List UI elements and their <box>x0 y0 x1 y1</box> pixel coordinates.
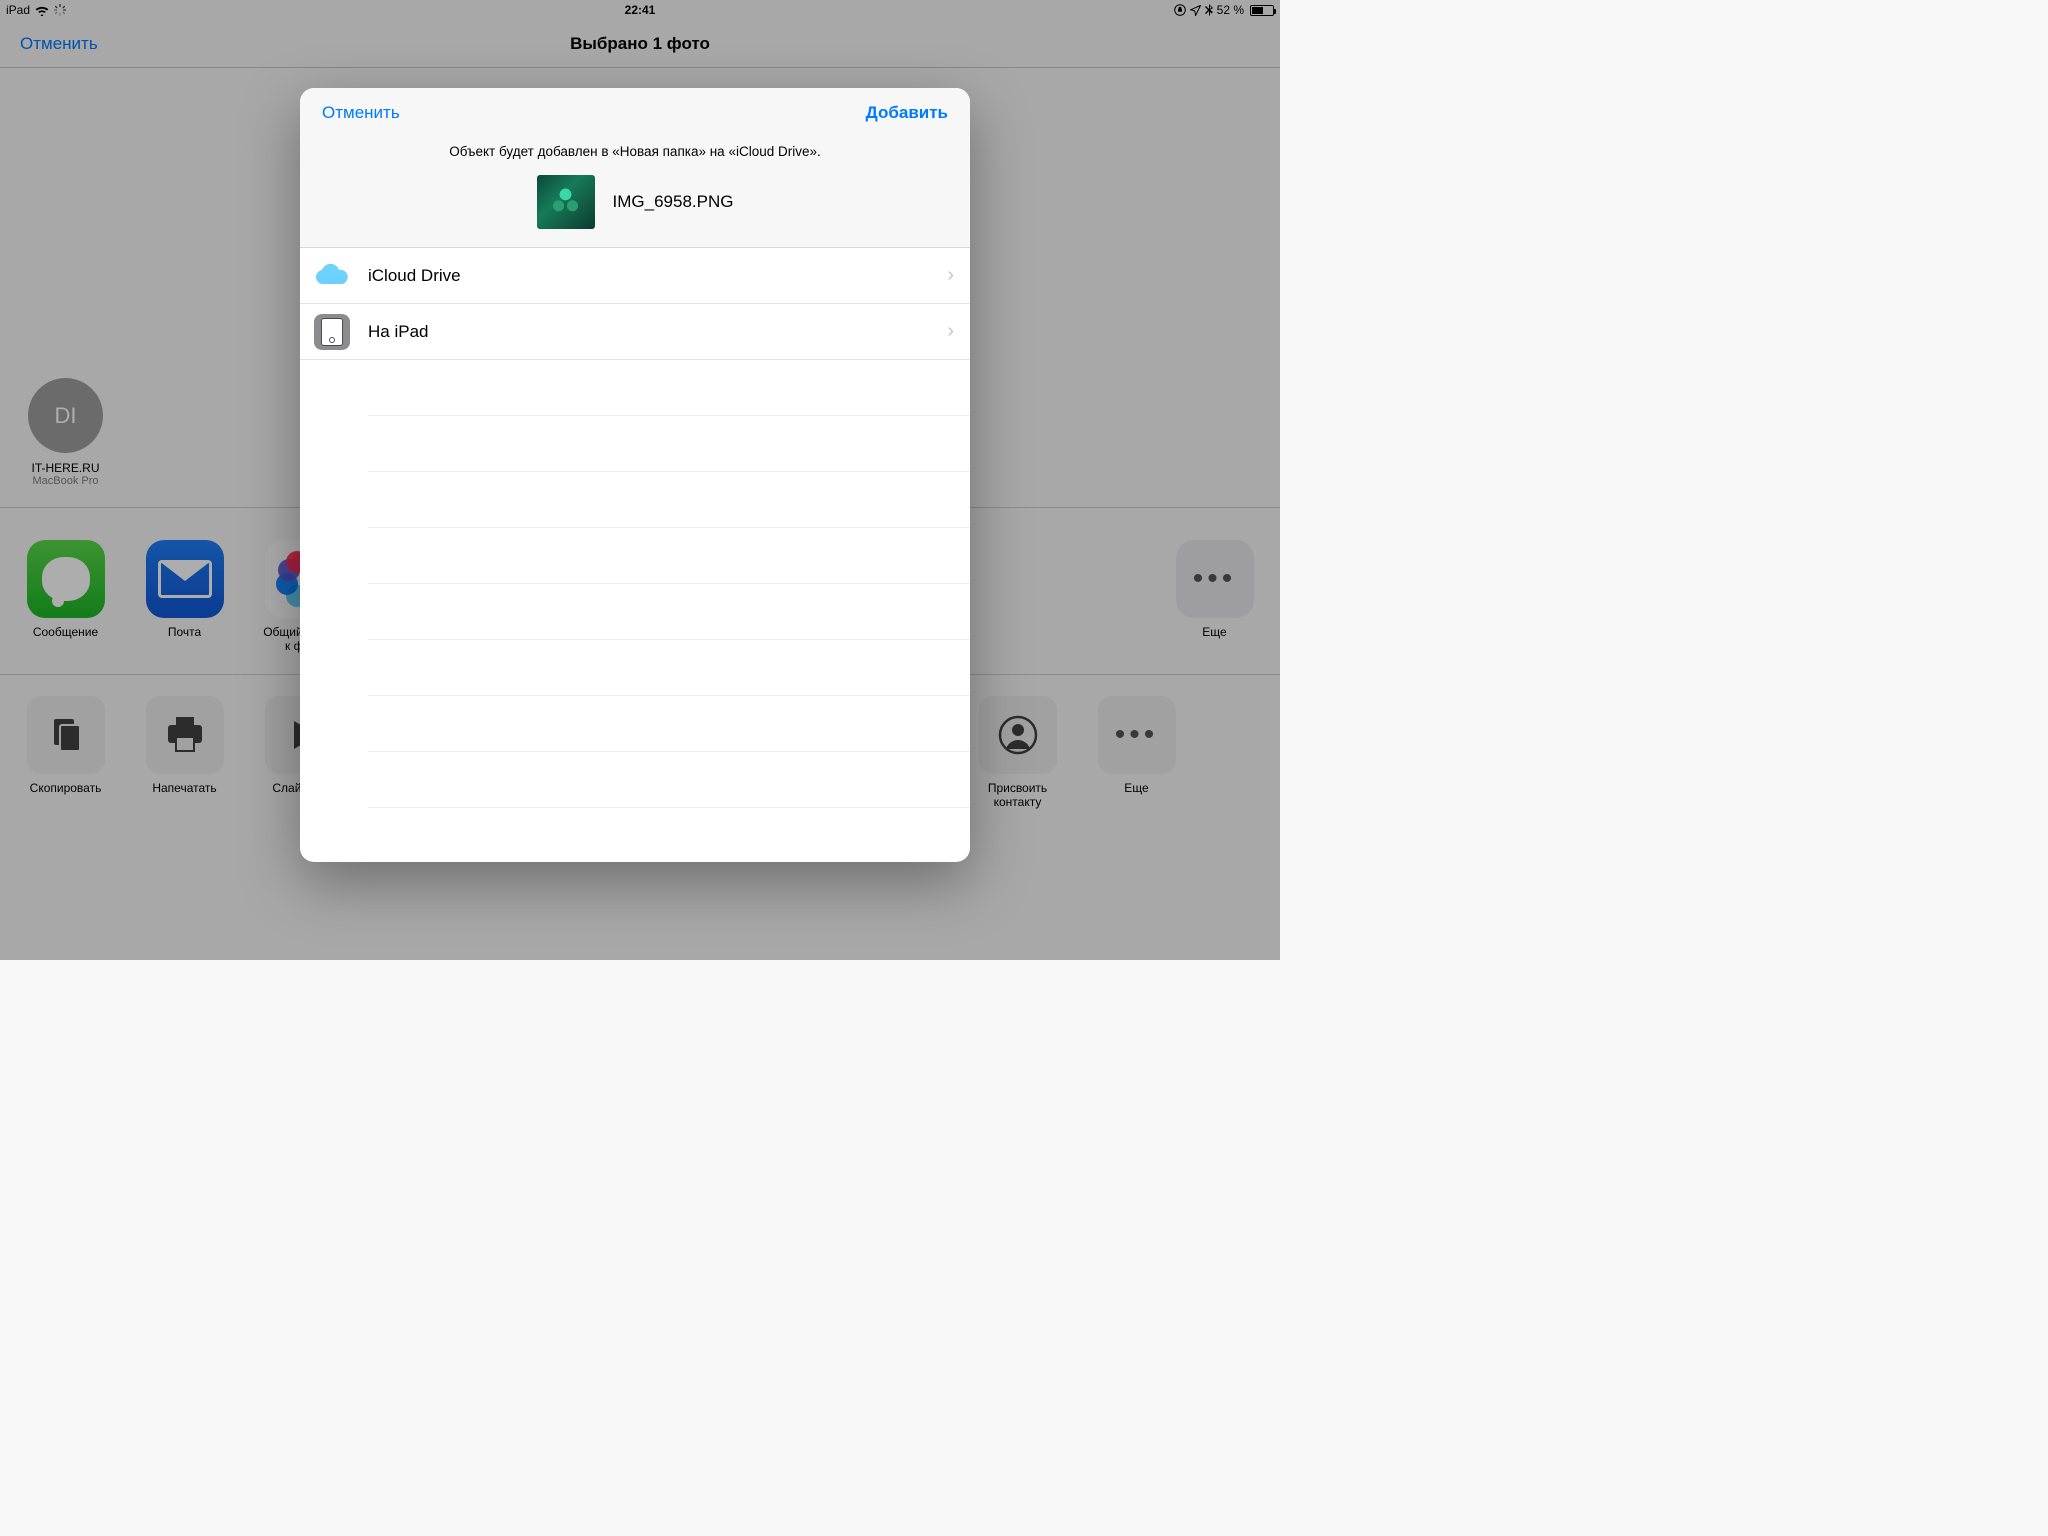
chevron-right-icon: › <box>947 264 954 287</box>
list-separator <box>368 416 970 472</box>
modal-header: Отменить Добавить <box>300 88 970 138</box>
location-icloud-drive[interactable]: iCloud Drive › <box>300 248 970 304</box>
list-separator <box>368 528 970 584</box>
list-separator <box>368 696 970 752</box>
modal-add-button[interactable]: Добавить <box>866 103 948 123</box>
modal-message: Объект будет добавлен в «Новая папка» на… <box>300 138 970 169</box>
location-on-ipad[interactable]: На iPad › <box>300 304 970 360</box>
list-separator <box>368 360 970 416</box>
file-thumbnail <box>537 175 595 229</box>
locations-list: iCloud Drive › На iPad › <box>300 248 970 862</box>
location-label: iCloud Drive <box>368 266 461 286</box>
list-separator <box>368 640 970 696</box>
location-label: На iPad <box>368 322 428 342</box>
list-separator <box>368 808 970 862</box>
list-separator <box>368 752 970 808</box>
modal-file-preview: IMG_6958.PNG <box>300 169 970 248</box>
ipad-icon <box>314 314 350 350</box>
save-to-files-modal: Отменить Добавить Объект будет добавлен … <box>300 88 970 862</box>
list-separator <box>368 584 970 640</box>
chevron-right-icon: › <box>947 320 954 343</box>
icloud-icon <box>314 258 350 294</box>
file-name: IMG_6958.PNG <box>613 192 734 212</box>
modal-cancel-button[interactable]: Отменить <box>322 103 400 123</box>
list-separator <box>368 472 970 528</box>
